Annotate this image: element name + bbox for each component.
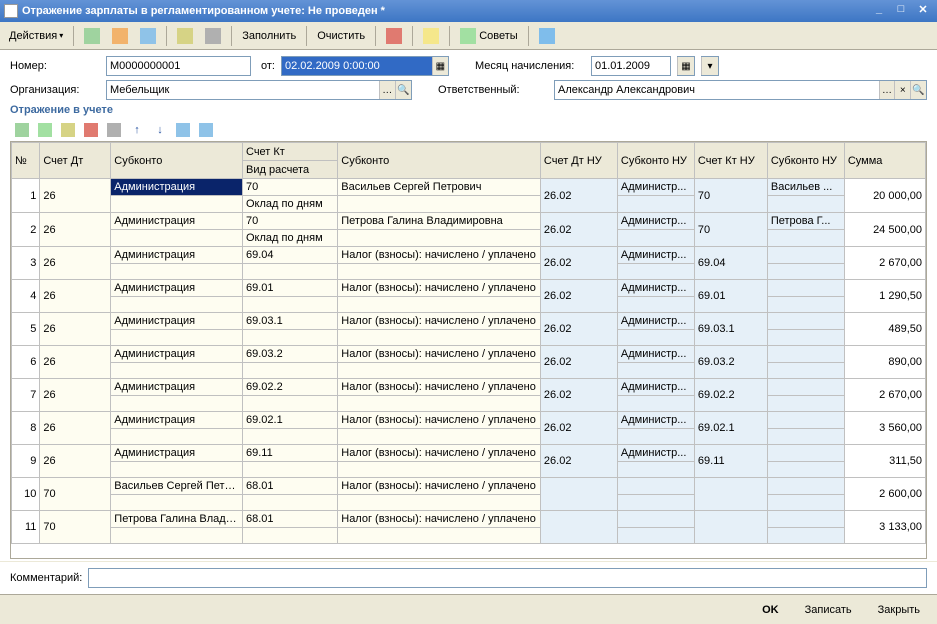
close-window-button[interactable]: ✕ bbox=[913, 3, 933, 19]
table-row-sub[interactable] bbox=[12, 429, 926, 445]
help-button[interactable] bbox=[534, 25, 560, 47]
org-select-button[interactable]: … bbox=[379, 81, 395, 99]
resp-clear-button[interactable]: × bbox=[894, 81, 910, 99]
table-row-sub[interactable]: Оклад по дням bbox=[12, 230, 926, 247]
month-label: Месяц начисления: bbox=[475, 60, 585, 72]
titlebar: Отражение зарплаты в регламентированном … bbox=[0, 0, 937, 22]
tool-6[interactable] bbox=[418, 25, 444, 47]
org-open-button[interactable]: 🔍 bbox=[395, 81, 411, 99]
col-schet-dt-nu[interactable]: Счет Дт НУ bbox=[540, 143, 617, 179]
grid-sort-desc-button[interactable] bbox=[196, 121, 216, 139]
grid-add2-button[interactable] bbox=[35, 121, 55, 139]
col-schet-kt-nu[interactable]: Счет Кт НУ bbox=[694, 143, 767, 179]
tool-1[interactable] bbox=[79, 25, 105, 47]
grid-delete-button[interactable] bbox=[81, 121, 101, 139]
month-calendar-button[interactable]: ▦ bbox=[677, 56, 695, 76]
grid-sort-asc-button[interactable] bbox=[173, 121, 193, 139]
write-button[interactable]: Записать bbox=[796, 600, 861, 620]
org-label: Организация: bbox=[10, 84, 100, 96]
tool-5[interactable] bbox=[200, 25, 226, 47]
table-row[interactable]: 1070Васильев Сергей Петров...68.01Налог … bbox=[12, 478, 926, 495]
comment-label: Комментарий: bbox=[10, 572, 82, 584]
tool-3[interactable] bbox=[135, 25, 161, 47]
table-row-sub[interactable] bbox=[12, 264, 926, 280]
month-field[interactable] bbox=[591, 56, 671, 76]
col-schet-dt[interactable]: Счет Дт bbox=[40, 143, 111, 179]
col-subkonto-nu2[interactable]: Субконто НУ bbox=[767, 143, 844, 179]
actions-menu[interactable]: Действия▾ bbox=[4, 25, 68, 47]
table-row-sub[interactable] bbox=[12, 462, 926, 478]
col-vid-rascheta[interactable]: Вид расчета bbox=[243, 161, 338, 179]
resp-label: Ответственный: bbox=[438, 84, 548, 96]
tool-4[interactable] bbox=[172, 25, 198, 47]
table-row[interactable]: 926Администрация69.11Налог (взносы): нач… bbox=[12, 445, 926, 462]
number-label: Номер: bbox=[10, 60, 100, 72]
clear-button[interactable]: Очистить bbox=[312, 25, 370, 47]
resp-field[interactable]: … × 🔍 bbox=[554, 80, 927, 100]
org-field[interactable]: … 🔍 bbox=[106, 80, 412, 100]
col-subkonto[interactable]: Субконто bbox=[111, 143, 243, 179]
table-row[interactable]: 426Администрация69.01Налог (взносы): нач… bbox=[12, 280, 926, 297]
grid-toolbar: ↑ ↓ bbox=[10, 119, 927, 141]
table-row[interactable]: 826Администрация69.02.1Налог (взносы): н… bbox=[12, 412, 926, 429]
grid-edit-button[interactable] bbox=[58, 121, 78, 139]
grid-copy-button[interactable] bbox=[104, 121, 124, 139]
table-row[interactable]: 726Администрация69.02.2Налог (взносы): н… bbox=[12, 379, 926, 396]
table-row[interactable]: 326Администрация69.04Налог (взносы): нач… bbox=[12, 247, 926, 264]
grid-up-button[interactable]: ↑ bbox=[127, 121, 147, 139]
comment-field[interactable] bbox=[88, 568, 927, 588]
table-row[interactable]: 626Администрация69.03.2Налог (взносы): н… bbox=[12, 346, 926, 363]
resp-select-button[interactable]: … bbox=[879, 81, 895, 99]
table-row-sub[interactable] bbox=[12, 363, 926, 379]
table-row[interactable]: 226Администрация70Петрова Галина Владими… bbox=[12, 213, 926, 230]
col-subkonto2[interactable]: Субконто bbox=[338, 143, 541, 179]
number-field[interactable] bbox=[106, 56, 251, 76]
help-icon bbox=[539, 28, 555, 44]
table-row-sub[interactable] bbox=[12, 330, 926, 346]
date-field[interactable]: ▦ bbox=[281, 56, 449, 76]
table-row[interactable]: 526Администрация69.03.1Налог (взносы): н… bbox=[12, 313, 926, 330]
bottom-bar: OK Записать Закрыть bbox=[0, 594, 937, 624]
from-label: от: bbox=[261, 60, 275, 72]
main-toolbar: Действия▾ Заполнить Очистить Советы bbox=[0, 22, 937, 50]
col-subkonto-nu[interactable]: Субконто НУ bbox=[617, 143, 694, 179]
close-button[interactable]: Закрыть bbox=[869, 600, 929, 620]
bulb-icon bbox=[460, 28, 476, 44]
table-row[interactable]: 1170Петрова Галина Владим...68.01Налог (… bbox=[12, 511, 926, 528]
minimize-button[interactable]: _ bbox=[869, 3, 889, 19]
section-title: Отражение в учете bbox=[10, 104, 927, 116]
window-title: Отражение зарплаты в регламентированном … bbox=[22, 5, 867, 17]
fill-button[interactable]: Заполнить bbox=[237, 25, 301, 47]
table-row-sub[interactable] bbox=[12, 495, 926, 511]
grid-add-button[interactable] bbox=[12, 121, 32, 139]
month-stepper[interactable]: ▾ bbox=[701, 56, 719, 76]
resp-open-button[interactable]: 🔍 bbox=[910, 81, 926, 99]
col-summa[interactable]: Сумма bbox=[844, 143, 925, 179]
table-row[interactable]: 126Администрация70Васильев Сергей Петров… bbox=[12, 179, 926, 196]
tool-dtkt[interactable] bbox=[381, 25, 407, 47]
document-icon bbox=[4, 4, 18, 18]
calendar-icon[interactable]: ▦ bbox=[432, 57, 448, 75]
ok-button[interactable]: OK bbox=[753, 600, 788, 620]
col-num[interactable]: № bbox=[12, 143, 40, 179]
grid[interactable]: № Счет Дт Субконто Счет Кт Субконто Счет… bbox=[10, 141, 927, 559]
table-row-sub[interactable] bbox=[12, 528, 926, 544]
table-row-sub[interactable]: Оклад по дням bbox=[12, 196, 926, 213]
advice-button[interactable]: Советы bbox=[455, 25, 523, 47]
tool-2[interactable] bbox=[107, 25, 133, 47]
maximize-button[interactable]: □ bbox=[891, 3, 911, 19]
table-row-sub[interactable] bbox=[12, 297, 926, 313]
col-schet-kt[interactable]: Счет Кт bbox=[243, 143, 338, 161]
grid-down-button[interactable]: ↓ bbox=[150, 121, 170, 139]
table-row-sub[interactable] bbox=[12, 396, 926, 412]
